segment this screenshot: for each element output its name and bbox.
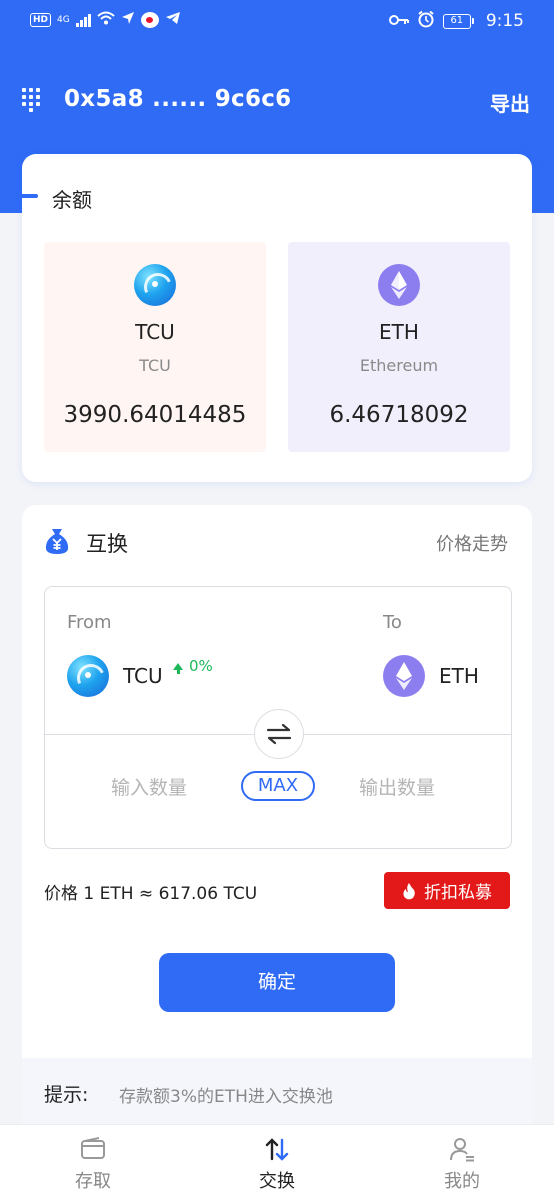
weibo-icon <box>140 12 159 28</box>
eth-icon <box>383 655 425 697</box>
battery-level: 61 <box>442 13 471 29</box>
balance-card: 余额 TCU TCU 3990.64014485 ETH Ethereum 6.… <box>22 154 532 482</box>
swap-title: 互换 <box>86 532 128 556</box>
money-bag-icon <box>44 527 70 555</box>
swap-arrows-icon <box>266 723 292 745</box>
wallet-icon <box>81 1137 105 1159</box>
to-label: To <box>383 612 402 633</box>
asset-balance: 3990.64014485 <box>63 402 247 428</box>
section-accent <box>22 194 38 198</box>
app-header: 0x5a8 ...... 9c6c6 导出 <box>0 74 554 128</box>
price-change: 0% <box>173 657 213 675</box>
swap-direction-button[interactable] <box>254 709 304 759</box>
exchange-rate: 价格 1 ETH ≈ 617.06 TCU <box>44 884 258 904</box>
from-token-selector[interactable]: TCU <box>67 655 163 697</box>
to-token-selector[interactable]: ETH <box>383 655 479 697</box>
tip-bar: 提示: 存款额3%的ETH进入交换池 <box>22 1058 532 1125</box>
nav-deposit[interactable]: 存取 <box>43 1135 143 1193</box>
wallet-address[interactable]: 0x5a8 ...... 9c6c6 <box>64 86 291 112</box>
status-bar: HD 4G 61 9:15 <box>0 0 554 42</box>
price-change-value: 0% <box>189 657 213 675</box>
tcu-icon <box>67 655 109 697</box>
battery-icon: 61 <box>442 13 474 29</box>
bottom-navigation: 存取 交换 我的 <box>0 1124 554 1200</box>
from-token-name: TCU <box>123 664 163 688</box>
hd-badge: HD <box>30 13 52 27</box>
network-type: 4G <box>57 15 70 25</box>
confirm-button[interactable]: 确定 <box>159 953 395 1012</box>
swap-box: From To TCU 0% ETH 输入数量 MAX 输出数量 <box>44 586 512 849</box>
from-label: From <box>67 612 112 633</box>
asset-eth[interactable]: ETH Ethereum 6.46718092 <box>288 242 510 452</box>
nav-label: 存取 <box>75 1171 111 1192</box>
asset-symbol: ETH <box>379 320 419 344</box>
asset-name: Ethereum <box>359 356 439 375</box>
wifi-icon <box>97 11 115 29</box>
arrow-up-icon <box>173 662 183 674</box>
location-arrow-icon <box>121 11 135 29</box>
swap-card: 互换 价格走势 From To TCU 0% ETH 输入数量 MAX 输出数量… <box>22 505 532 1125</box>
user-icon <box>450 1138 474 1162</box>
output-amount-field[interactable]: 输出数量 <box>359 773 435 800</box>
asset-symbol: TCU <box>135 320 175 344</box>
price-trend-link[interactable]: 价格走势 <box>436 530 508 556</box>
to-token-name: ETH <box>439 664 479 688</box>
nav-label: 交换 <box>259 1171 295 1192</box>
tip-label: 提示: <box>44 1084 89 1106</box>
discount-label: 折扣私募 <box>424 883 492 903</box>
asset-balance: 6.46718092 <box>329 402 469 428</box>
nav-swap[interactable]: 交换 <box>227 1135 327 1193</box>
nav-mine[interactable]: 我的 <box>412 1135 512 1193</box>
tcu-icon <box>134 264 176 306</box>
input-amount-field[interactable]: 输入数量 <box>111 773 187 800</box>
alarm-icon <box>417 10 435 32</box>
telegram-icon <box>165 11 181 29</box>
fire-icon <box>403 882 415 899</box>
exchange-icon <box>265 1138 289 1161</box>
clock: 9:15 <box>485 11 524 31</box>
asset-tcu[interactable]: TCU TCU 3990.64014485 <box>44 242 266 452</box>
grid-icon[interactable] <box>22 88 42 112</box>
export-button[interactable]: 导出 <box>490 88 530 117</box>
asset-name: TCU <box>139 356 171 375</box>
balance-title: 余额 <box>52 188 92 212</box>
discount-private-sale-button[interactable]: 折扣私募 <box>384 872 510 909</box>
eth-icon <box>378 264 420 306</box>
tip-text: 存款额3%的ETH进入交换池 <box>119 1087 333 1107</box>
signal-icon <box>75 13 91 27</box>
nav-label: 我的 <box>444 1171 480 1192</box>
max-button[interactable]: MAX <box>241 771 315 801</box>
key-icon <box>388 12 409 30</box>
